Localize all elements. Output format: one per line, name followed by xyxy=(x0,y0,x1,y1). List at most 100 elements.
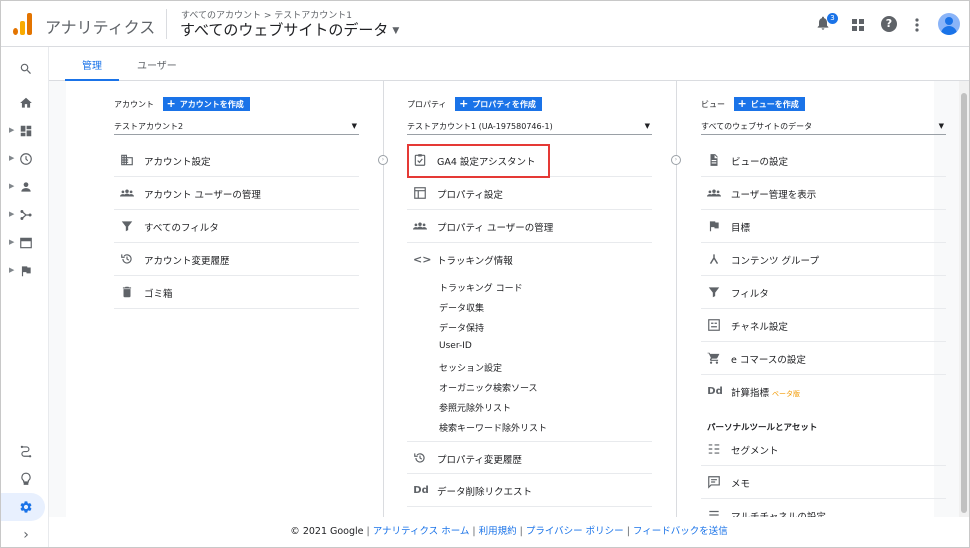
account-selector[interactable]: テストアカウント2 ▼ xyxy=(114,119,359,135)
segment-icon xyxy=(707,442,723,458)
menu-channel-settings[interactable]: チャネル設定 xyxy=(701,309,946,342)
view-column: ビュー + ビューを作成 すべてのウェブサイトのデータ ▼ ビューの設定 ユーザー管… xyxy=(701,81,946,517)
submenu-data-retention[interactable]: データ保持 xyxy=(439,321,484,334)
dropdown-arrow-icon: ▼ xyxy=(351,122,357,130)
submenu-tracking-code[interactable]: トラッキング コード xyxy=(439,281,523,294)
menu-label: アカウント ユーザーの管理 xyxy=(144,190,261,201)
scrollbar-thumb[interactable] xyxy=(961,93,967,513)
menu-label: アカウント設定 xyxy=(144,157,211,168)
nav-admin[interactable] xyxy=(1,493,45,521)
menu-property-history[interactable]: プロパティ変更履歴 xyxy=(407,441,652,474)
left-nav: ▶ ▶ ▶ ▶ ▶ ▶ › xyxy=(1,47,49,547)
footer-link-privacy[interactable]: プライバシー ポリシー xyxy=(526,526,624,537)
menu-label: ビューの設定 xyxy=(731,157,789,168)
nav-expand[interactable]: › xyxy=(1,521,49,547)
submenu-referral-exclusion[interactable]: 参照元除外リスト xyxy=(439,401,511,414)
chevron-right-icon: ▶ xyxy=(9,210,15,218)
notification-badge: 3 xyxy=(827,13,838,24)
menu-annotations[interactable]: メモ xyxy=(701,466,946,499)
dropdown-arrow-icon: ▼ xyxy=(938,122,944,130)
menu-trash[interactable]: ゴミ箱 xyxy=(114,276,359,309)
menu-account-settings[interactable]: アカウント設定 xyxy=(114,144,359,177)
tab-bar: 管理 ユーザー xyxy=(49,47,969,81)
account-column: アカウント + アカウントを作成 テストアカウント2 ▼ アカウント設定 アカウント… xyxy=(114,81,359,517)
nav-attribution[interactable] xyxy=(1,437,49,465)
menu-tracking-info[interactable]: <> トラッキング情報 xyxy=(407,243,652,276)
menu-property-settings[interactable]: プロパティ設定 xyxy=(407,177,652,210)
people-icon xyxy=(413,219,429,235)
app-window: アナリティクス すべてのアカウント > テストアカウント1 すべてのウェブサイト… xyxy=(0,0,970,548)
view-selector[interactable]: すべてのウェブサイトのデータ ▼ xyxy=(180,19,399,40)
footer-link-terms[interactable]: 利用規約 xyxy=(479,526,517,537)
menu-account-users[interactable]: アカウント ユーザーの管理 xyxy=(114,177,359,210)
attribution-icon xyxy=(19,444,33,458)
menu-account-history[interactable]: アカウント変更履歴 xyxy=(114,243,359,276)
people-icon xyxy=(120,186,136,202)
top-bar: アナリティクス すべてのアカウント > テストアカウント1 すべてのウェブサイト… xyxy=(1,1,969,47)
menu-label: ユーザー管理を表示 xyxy=(731,190,817,201)
menu-property-users[interactable]: プロパティ ユーザーの管理 xyxy=(407,210,652,243)
filter-icon xyxy=(707,285,723,301)
submenu-search-term-exclusion[interactable]: 検索キーワード除外リスト xyxy=(439,421,547,434)
more-vert-icon[interactable] xyxy=(907,15,927,35)
multichannel-icon xyxy=(707,508,723,517)
nav-conversions[interactable]: ▶ xyxy=(1,257,49,285)
connector-arrow-icon: › xyxy=(671,155,681,165)
menu-label: アカウント変更履歴 xyxy=(144,256,230,267)
menu-label: プロパティ変更履歴 xyxy=(437,455,522,466)
highlight-box xyxy=(407,144,550,178)
avatar[interactable] xyxy=(938,13,960,35)
nav-audience[interactable]: ▶ xyxy=(1,173,49,201)
create-account-button[interactable]: + アカウントを作成 xyxy=(162,97,250,111)
submenu-organic-search-sources[interactable]: オーガニック検索ソース xyxy=(439,381,538,394)
tab-admin[interactable]: 管理 xyxy=(82,57,102,72)
menu-ecommerce-settings[interactable]: e コマースの設定 xyxy=(701,342,946,375)
menu-all-filters[interactable]: すべてのフィルタ xyxy=(114,210,359,243)
menu-label: データ削除リクエスト xyxy=(437,487,533,498)
nav-acquisition[interactable]: ▶ xyxy=(1,201,49,229)
chevron-right-icon: ▶ xyxy=(9,154,15,162)
menu-view-users[interactable]: ユーザー管理を表示 xyxy=(701,177,946,210)
menu-multichannel-settings[interactable]: マルチチャネルの設定 xyxy=(701,499,946,517)
submenu-user-id[interactable]: User-ID xyxy=(439,341,472,351)
nav-home[interactable] xyxy=(1,89,49,117)
footer-link-analytics-home[interactable]: アナリティクス ホーム xyxy=(373,526,470,537)
chevron-down-icon: ▼ xyxy=(392,25,400,36)
menu-view-settings[interactable]: ビューの設定 xyxy=(701,144,946,177)
tab-user[interactable]: ユーザー xyxy=(137,57,177,72)
account-selected: テストアカウント2 xyxy=(114,122,184,131)
admin-panel: アカウント + アカウントを作成 テストアカウント2 ▼ アカウント設定 アカウント… xyxy=(49,81,959,517)
nav-behavior[interactable]: ▶ xyxy=(1,229,49,257)
apps-grid-icon[interactable] xyxy=(848,15,868,35)
dd-icon: Dd xyxy=(707,386,723,397)
nav-realtime[interactable]: ▶ xyxy=(1,145,49,173)
menu-calculated-metrics[interactable]: Dd 計算指標 ベータ版 xyxy=(701,375,946,408)
menu-label: マルチチャネルの設定 xyxy=(731,509,826,517)
menu-label: コンテンツ グループ xyxy=(731,256,819,267)
submenu-session-settings[interactable]: セッション設定 xyxy=(439,361,502,374)
menu-label: メモ xyxy=(731,479,751,490)
footer: © 2021 Google | アナリティクス ホーム | 利用規約 | プライバシー ポリ… xyxy=(49,517,969,547)
nav-discover[interactable] xyxy=(1,465,49,493)
scrollbar[interactable] xyxy=(959,81,969,517)
building-icon xyxy=(120,153,136,169)
menu-data-deletion[interactable]: Dd データ削除リクエスト xyxy=(407,474,652,507)
nav-search[interactable] xyxy=(1,55,49,83)
property-selector[interactable]: テストアカウント1 (UA-197580746-1) ▼ xyxy=(407,119,652,135)
footer-link-feedback[interactable]: フィードバックを送信 xyxy=(633,526,728,537)
personal-tools-heading: パーソナルツールとアセット xyxy=(707,423,818,433)
nav-customization[interactable]: ▶ xyxy=(1,117,49,145)
property-label: プロパティ xyxy=(407,99,447,109)
menu-view-filters[interactable]: フィルタ xyxy=(701,276,946,309)
submenu-data-collection[interactable]: データ収集 xyxy=(439,301,484,314)
help-icon[interactable]: ? xyxy=(881,16,897,32)
analytics-logo[interactable] xyxy=(13,13,33,35)
menu-label: プロパティ ユーザーの管理 xyxy=(437,223,554,234)
create-view-button[interactable]: + ビューを作成 xyxy=(733,97,805,111)
gear-icon xyxy=(19,500,33,514)
menu-goals[interactable]: 目標 xyxy=(701,210,946,243)
view-selector-dropdown[interactable]: すべてのウェブサイトのデータ ▼ xyxy=(701,119,946,135)
menu-content-grouping[interactable]: コンテンツ グループ xyxy=(701,243,946,276)
create-property-button[interactable]: + プロパティを作成 xyxy=(455,97,542,111)
menu-segments[interactable]: セグメント xyxy=(701,433,946,466)
